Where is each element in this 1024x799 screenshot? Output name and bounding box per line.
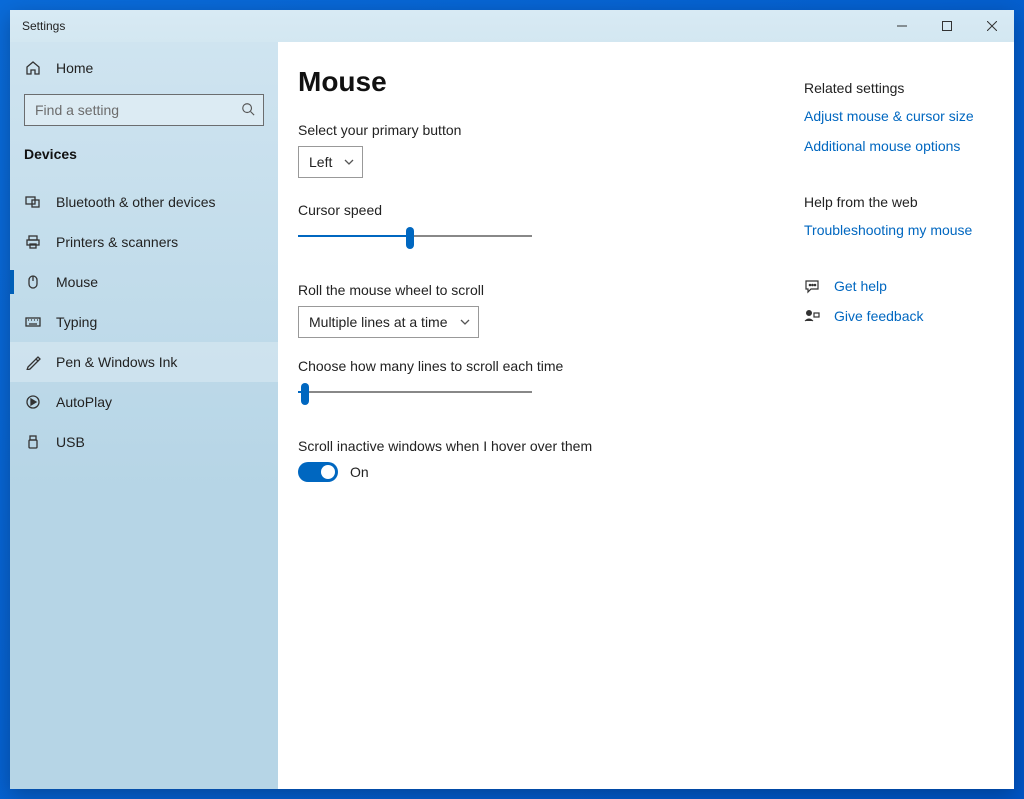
minimize-button[interactable] <box>879 10 924 42</box>
scroll-lines-label: Choose how many lines to scroll each tim… <box>298 358 764 374</box>
slider-track <box>298 391 532 393</box>
search-input[interactable] <box>33 101 241 119</box>
scroll-mode-label: Roll the mouse wheel to scroll <box>298 282 764 298</box>
content: Mouse Select your primary button Left Cu… <box>278 42 794 789</box>
toggle-knob <box>321 465 335 479</box>
mouse-icon <box>24 274 42 290</box>
sidebar-home-label: Home <box>56 60 93 76</box>
window-controls <box>879 10 1014 42</box>
chevron-down-icon <box>344 157 354 167</box>
primary-button-dropdown[interactable]: Left <box>298 146 363 178</box>
related-heading: Related settings <box>804 80 994 96</box>
sidebar: Home Devices Bluetooth & other devices <box>10 42 278 789</box>
maximize-icon <box>942 21 952 31</box>
devices-icon <box>24 194 42 210</box>
link-give-feedback[interactable]: Give feedback <box>834 308 924 324</box>
scroll-mode-dropdown[interactable]: Multiple lines at a time <box>298 306 479 338</box>
sidebar-nav: Bluetooth & other devices Printers & sca… <box>10 174 278 462</box>
help-heading: Help from the web <box>804 194 994 210</box>
page-title: Mouse <box>298 66 764 98</box>
inactive-scroll-label: Scroll inactive windows when I hover ove… <box>298 438 764 454</box>
autoplay-icon <box>24 394 42 410</box>
sidebar-item-label: Typing <box>56 314 97 330</box>
maximize-button[interactable] <box>924 10 969 42</box>
sidebar-item-usb[interactable]: USB <box>10 422 278 462</box>
search-box[interactable] <box>24 94 264 126</box>
window-title: Settings <box>22 19 65 33</box>
home-icon <box>24 60 42 76</box>
printer-icon <box>24 234 42 250</box>
scroll-mode-value: Multiple lines at a time <box>309 314 448 330</box>
sidebar-item-bluetooth[interactable]: Bluetooth & other devices <box>10 182 278 222</box>
feedback-icon <box>804 308 820 324</box>
cursor-speed-slider[interactable] <box>298 226 532 246</box>
inactive-scroll-state: On <box>350 464 369 480</box>
sidebar-item-label: AutoPlay <box>56 394 112 410</box>
settings-window: Settings Home <box>10 10 1014 789</box>
titlebar: Settings <box>10 10 1014 42</box>
link-get-help[interactable]: Get help <box>834 278 887 294</box>
sidebar-category: Devices <box>10 136 278 174</box>
close-icon <box>987 21 997 31</box>
sidebar-item-mouse[interactable]: Mouse <box>10 262 278 302</box>
chevron-down-icon <box>460 317 470 327</box>
close-button[interactable] <box>969 10 1014 42</box>
sidebar-item-typing[interactable]: Typing <box>10 302 278 342</box>
sidebar-item-autoplay[interactable]: AutoPlay <box>10 382 278 422</box>
sidebar-item-label: Bluetooth & other devices <box>56 194 216 210</box>
sidebar-item-pen[interactable]: Pen & Windows Ink <box>10 342 278 382</box>
sidebar-item-label: USB <box>56 434 85 450</box>
slider-thumb[interactable] <box>406 227 414 249</box>
slider-thumb[interactable] <box>301 383 309 405</box>
usb-icon <box>24 434 42 450</box>
link-additional-mouse-options[interactable]: Additional mouse options <box>804 138 994 154</box>
inactive-scroll-toggle[interactable] <box>298 462 338 482</box>
minimize-icon <box>897 21 907 31</box>
get-help-icon <box>804 278 820 294</box>
slider-fill <box>298 235 410 237</box>
search-wrap <box>10 88 278 136</box>
primary-button-value: Left <box>309 154 332 170</box>
sidebar-item-label: Printers & scanners <box>56 234 178 250</box>
search-icon <box>241 102 255 119</box>
sidebar-item-printers[interactable]: Printers & scanners <box>10 222 278 262</box>
main: Mouse Select your primary button Left Cu… <box>278 42 1014 789</box>
keyboard-icon <box>24 314 42 330</box>
sidebar-home[interactable]: Home <box>10 48 278 88</box>
link-troubleshooting-mouse[interactable]: Troubleshooting my mouse <box>804 222 994 238</box>
sidebar-item-label: Pen & Windows Ink <box>56 354 177 370</box>
link-adjust-mouse-cursor-size[interactable]: Adjust mouse & cursor size <box>804 108 994 124</box>
pen-icon <box>24 354 42 370</box>
cursor-speed-label: Cursor speed <box>298 202 764 218</box>
sidebar-item-label: Mouse <box>56 274 98 290</box>
primary-button-label: Select your primary button <box>298 122 764 138</box>
right-panel: Related settings Adjust mouse & cursor s… <box>794 42 1014 789</box>
scroll-lines-slider[interactable] <box>298 382 532 402</box>
